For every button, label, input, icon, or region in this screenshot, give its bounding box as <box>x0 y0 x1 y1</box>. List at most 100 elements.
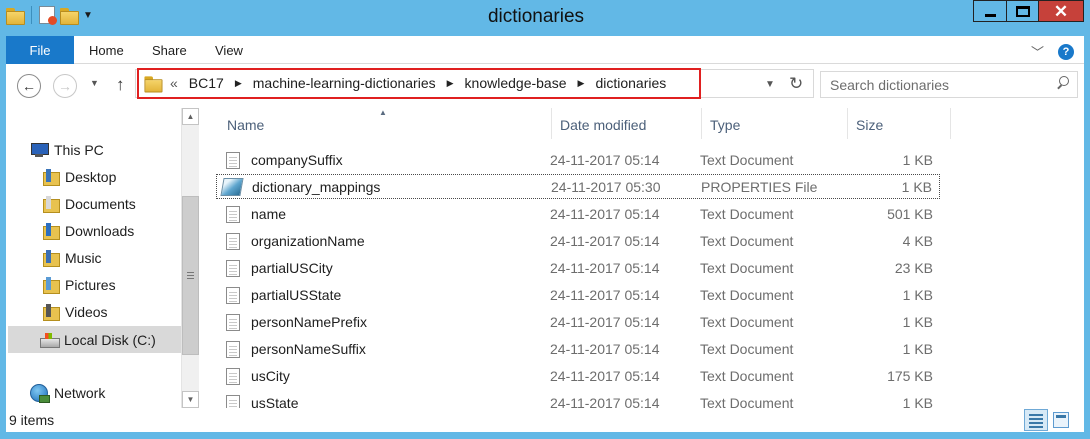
file-size: 1 KB <box>901 179 932 195</box>
minimize-button[interactable] <box>973 0 1006 22</box>
sidebar-item-label: This PC <box>54 142 104 158</box>
list-item[interactable]: dictionary_mappings 24-11-2017 05:30 PRO… <box>216 174 940 199</box>
sidebar-item-documents[interactable]: Documents <box>43 196 136 213</box>
list-item[interactable]: name 24-11-2017 05:14 Text Document 501 … <box>216 202 940 227</box>
tab-share[interactable]: Share <box>152 43 187 58</box>
breadcrumb-arrow-icon[interactable]: ▶ <box>578 78 585 89</box>
breadcrumb-bc17[interactable]: BC17 <box>189 75 224 91</box>
file-type: PROPERTIES File <box>701 179 818 195</box>
tab-file[interactable]: File <box>6 36 74 64</box>
file-type: Text Document <box>700 233 794 249</box>
music-folder-icon <box>43 250 60 267</box>
column-headers: ▲ Name Date modified Type Size <box>211 108 951 139</box>
file-size: 501 KB <box>887 206 933 222</box>
navigation-pane-scrollbar[interactable]: ▲ ▼ <box>181 108 199 408</box>
desktop-folder-icon <box>43 169 60 186</box>
file-size: 1 KB <box>902 314 933 330</box>
local-disk-icon <box>40 332 60 348</box>
breadcrumb-dictionaries[interactable]: dictionaries <box>595 75 666 91</box>
sidebar-item-videos[interactable]: Videos <box>43 304 108 321</box>
maximize-button[interactable] <box>1006 0 1038 22</box>
close-button[interactable]: ✕ <box>1038 0 1084 22</box>
navigation-bar: ← → ▼ ↑ « BC17 ▶ machine-learning-dictio… <box>6 64 1084 108</box>
ribbon-controls: ﹀ ? <box>1031 42 1074 61</box>
back-button[interactable]: ← <box>17 74 41 98</box>
tab-view[interactable]: View <box>215 43 243 58</box>
breadcrumb-arrow-icon[interactable]: ▶ <box>235 78 242 89</box>
sidebar-item-downloads[interactable]: Downloads <box>43 223 135 240</box>
ribbon: File Home Share View ﹀ ? <box>6 36 1084 64</box>
search-box <box>820 71 1078 98</box>
sidebar-item-pictures[interactable]: Pictures <box>43 277 116 294</box>
breadcrumb-machine-learning-dictionaries[interactable]: machine-learning-dictionaries <box>253 75 436 91</box>
breadcrumb-overflow[interactable]: « <box>170 75 178 91</box>
details-view-icon[interactable] <box>1024 409 1048 431</box>
scrollbar-thumb[interactable] <box>182 196 199 355</box>
scroll-down-arrow-icon[interactable]: ▼ <box>182 391 199 408</box>
scroll-up-arrow-icon[interactable]: ▲ <box>182 108 199 125</box>
help-icon[interactable]: ? <box>1058 43 1074 60</box>
sidebar-item-label: Network <box>54 385 106 401</box>
pictures-folder-icon <box>43 277 60 294</box>
sidebar-item-label: Videos <box>65 304 108 320</box>
text-document-icon <box>226 152 240 169</box>
downloads-folder-icon <box>43 223 60 240</box>
expand-ribbon-icon[interactable]: ﹀ <box>1031 42 1044 61</box>
refresh-button[interactable]: ↻ <box>789 74 803 94</box>
file-date: 24-11-2017 05:14 <box>550 287 660 303</box>
sidebar-item-desktop[interactable]: Desktop <box>43 169 116 186</box>
large-icons-view-icon[interactable] <box>1053 412 1069 428</box>
sidebar-item-this-pc[interactable]: This PC <box>30 142 104 158</box>
column-header-type[interactable]: Type <box>702 108 848 139</box>
breadcrumb-knowledge-base[interactable]: knowledge-base <box>465 75 567 91</box>
tab-home[interactable]: Home <box>89 43 124 58</box>
sidebar-item-music[interactable]: Music <box>43 250 102 267</box>
file-name: organizationName <box>251 233 365 249</box>
text-document-icon <box>226 206 240 223</box>
computer-icon <box>30 143 49 157</box>
sidebar-item-label: Pictures <box>65 277 116 293</box>
search-icon[interactable] <box>1056 76 1069 89</box>
list-item[interactable]: organizationName 24-11-2017 05:14 Text D… <box>216 229 940 254</box>
up-button[interactable]: ↑ <box>116 75 125 95</box>
file-name: name <box>251 206 287 222</box>
file-type: Text Document <box>700 260 794 276</box>
column-header-size[interactable]: Size <box>848 108 951 139</box>
file-type: Text Document <box>700 341 794 357</box>
sidebar-item-network[interactable]: Network <box>30 384 106 403</box>
recent-locations-dropdown-icon[interactable]: ▼ <box>90 78 99 88</box>
column-header-date-modified[interactable]: Date modified <box>552 108 702 139</box>
sidebar-item-label: Downloads <box>65 223 135 239</box>
grip-icon <box>187 272 194 279</box>
file-name: dictionary_mappings <box>252 179 381 195</box>
file-size: 175 KB <box>887 368 933 384</box>
file-size: 1 KB <box>902 287 933 303</box>
column-header-name[interactable]: Name <box>219 108 552 139</box>
forward-arrow-icon: → <box>58 78 72 94</box>
file-size: 1 KB <box>902 341 933 357</box>
list-item[interactable]: companySuffix 24-11-2017 05:14 Text Docu… <box>216 148 940 173</box>
text-document-icon <box>226 341 240 358</box>
window-controls: ✕ <box>973 0 1084 22</box>
address-dropdown-icon[interactable]: ▼ <box>765 79 775 90</box>
list-item[interactable]: personNamePrefix 24-11-2017 05:14 Text D… <box>216 310 940 335</box>
title-bar[interactable]: ▼ dictionaries ✕ <box>0 0 1090 36</box>
text-document-icon <box>226 260 240 277</box>
properties-file-icon <box>220 178 244 196</box>
file-date: 24-11-2017 05:14 <box>550 260 660 276</box>
search-input[interactable] <box>830 76 1050 94</box>
sidebar-item-local-disk[interactable]: Local Disk (C:) <box>8 326 181 353</box>
file-size: 23 KB <box>894 260 933 276</box>
list-item[interactable]: personNameSuffix 24-11-2017 05:14 Text D… <box>216 337 940 362</box>
list-item[interactable]: partialUSCity 24-11-2017 05:14 Text Docu… <box>216 256 940 281</box>
forward-button[interactable]: → <box>53 74 77 98</box>
file-type: Text Document <box>700 152 794 168</box>
file-name: partialUSCity <box>251 260 333 276</box>
file-name: usCity <box>251 368 290 384</box>
file-name: partialUSState <box>251 287 342 303</box>
list-item[interactable]: partialUSState 24-11-2017 05:14 Text Doc… <box>216 283 940 308</box>
file-type: Text Document <box>700 287 794 303</box>
breadcrumb-arrow-icon[interactable]: ▶ <box>447 78 454 89</box>
list-item[interactable]: usCity 24-11-2017 05:14 Text Document 17… <box>216 364 940 389</box>
maximize-icon <box>1015 5 1030 17</box>
